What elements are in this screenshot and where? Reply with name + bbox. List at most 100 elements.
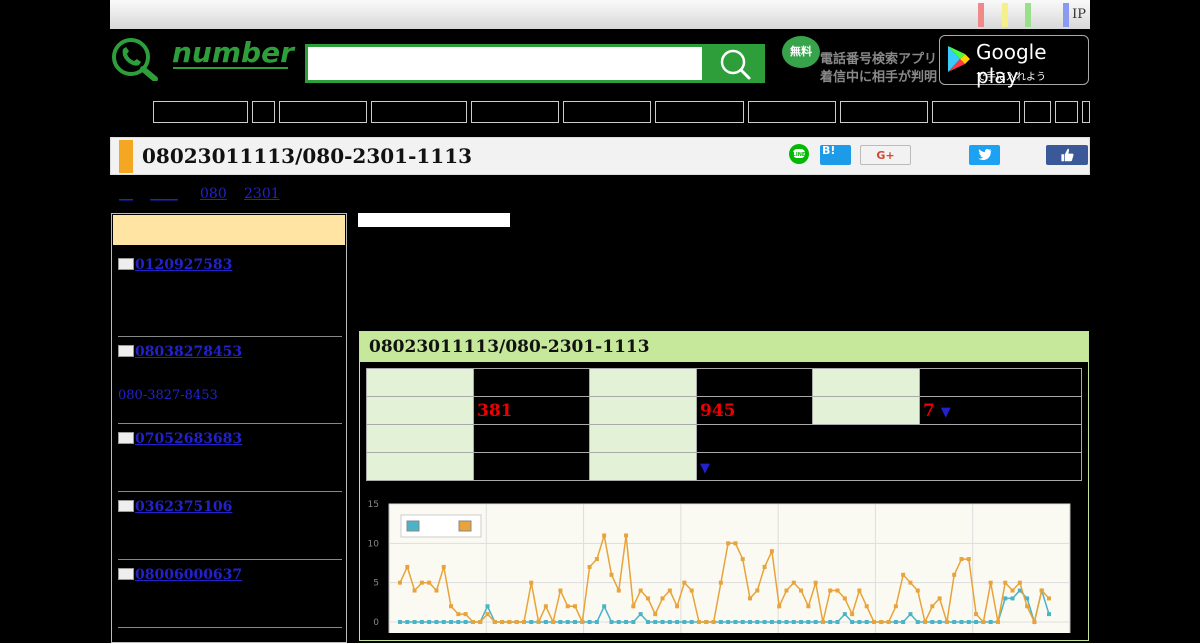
data-point[interactable] [398, 580, 402, 585]
data-point[interactable] [558, 620, 563, 624]
legend-swatch-orange[interactable] [458, 520, 472, 532]
data-point[interactable] [529, 620, 534, 624]
data-point[interactable] [959, 620, 964, 624]
data-point[interactable] [959, 557, 964, 562]
data-point[interactable] [748, 596, 753, 601]
sidebar-item[interactable]: 0120927583 [118, 257, 232, 273]
data-point[interactable] [791, 620, 796, 624]
data-point[interactable] [638, 612, 643, 617]
sidebar-item-number[interactable]: 08006000637 [135, 567, 242, 583]
data-point[interactable] [871, 620, 876, 624]
nav-item[interactable] [153, 101, 248, 123]
data-point[interactable] [565, 604, 570, 609]
data-point[interactable] [966, 557, 971, 562]
data-point[interactable] [514, 620, 519, 624]
data-point[interactable] [405, 564, 410, 569]
google-play-badge[interactable]: Google play で手に入れよう [939, 35, 1089, 88]
data-point[interactable] [521, 620, 526, 624]
data-point[interactable] [675, 604, 680, 609]
data-point[interactable] [726, 541, 731, 546]
data-point[interactable] [667, 588, 672, 593]
data-point[interactable] [616, 588, 621, 593]
nav-item[interactable] [1024, 101, 1051, 123]
nav-item[interactable] [563, 101, 651, 123]
logo-text[interactable]: number [172, 36, 294, 69]
sidebar-item[interactable]: 0362375106 [118, 499, 232, 515]
search-input[interactable] [305, 44, 705, 83]
data-point[interactable] [718, 620, 723, 624]
data-point[interactable] [908, 580, 913, 585]
data-point[interactable] [974, 620, 979, 624]
data-point[interactable] [485, 604, 490, 609]
data-point[interactable] [543, 604, 548, 609]
data-point[interactable] [667, 620, 672, 624]
data-point[interactable] [624, 620, 629, 624]
data-point[interactable] [915, 588, 920, 593]
sidebar-item-number[interactable]: 07052683683 [135, 431, 242, 447]
data-point[interactable] [624, 533, 629, 538]
data-point[interactable] [813, 620, 818, 624]
gplus-share-button[interactable]: G+ [860, 145, 911, 165]
data-point[interactable] [631, 604, 636, 609]
data-point[interactable] [784, 588, 789, 593]
data-point[interactable] [901, 572, 906, 577]
sidebar-item-number[interactable]: 0120927583 [135, 257, 232, 273]
data-point[interactable] [434, 620, 439, 624]
data-point[interactable] [485, 612, 490, 617]
data-point[interactable] [755, 620, 760, 624]
data-point[interactable] [784, 620, 789, 624]
data-point[interactable] [500, 620, 505, 624]
search-button[interactable] [705, 44, 765, 83]
data-point[interactable] [974, 612, 979, 617]
data-point[interactable] [580, 620, 585, 624]
data-point[interactable] [419, 620, 424, 624]
data-point[interactable] [952, 572, 957, 577]
data-point[interactable] [696, 620, 701, 624]
data-point[interactable] [1003, 580, 1008, 585]
data-point[interactable] [478, 620, 483, 624]
data-point[interactable] [587, 564, 592, 569]
data-point[interactable] [1025, 604, 1030, 609]
data-point[interactable] [398, 620, 402, 624]
data-point[interactable] [901, 620, 906, 624]
data-point[interactable] [449, 604, 454, 609]
data-point[interactable] [645, 620, 650, 624]
data-point[interactable] [427, 580, 432, 585]
data-point[interactable] [1047, 596, 1051, 601]
data-point[interactable] [558, 588, 563, 593]
data-point[interactable] [660, 620, 665, 624]
data-point[interactable] [536, 620, 541, 624]
data-point[interactable] [427, 620, 432, 624]
data-point[interactable] [1047, 612, 1051, 617]
data-point[interactable] [748, 620, 753, 624]
free-app-badge[interactable]: 無料 [782, 36, 820, 68]
data-point[interactable] [952, 620, 957, 624]
data-point[interactable] [1032, 620, 1037, 624]
data-point[interactable] [507, 620, 512, 624]
data-point[interactable] [966, 620, 971, 624]
data-point[interactable] [864, 604, 869, 609]
data-point[interactable] [777, 604, 782, 609]
expand-arrow[interactable]: ▼ [941, 405, 951, 420]
data-point[interactable] [711, 620, 716, 624]
nav-item[interactable] [471, 101, 559, 123]
data-point[interactable] [434, 588, 439, 593]
legend-swatch-teal[interactable] [406, 520, 420, 532]
data-point[interactable] [463, 620, 468, 624]
data-point[interactable] [981, 620, 986, 624]
data-point[interactable] [660, 596, 665, 601]
data-point[interactable] [1039, 588, 1044, 593]
data-point[interactable] [573, 604, 578, 609]
data-point[interactable] [879, 620, 884, 624]
data-point[interactable] [893, 604, 898, 609]
sidebar-item-number[interactable]: 08038278453 [135, 344, 242, 360]
data-point[interactable] [551, 620, 556, 624]
data-point[interactable] [602, 533, 607, 538]
app-promo-line1[interactable]: 電話番号検索アプリ [820, 48, 937, 67]
data-point[interactable] [602, 604, 607, 609]
data-point[interactable] [653, 612, 658, 617]
nav-item[interactable] [840, 101, 928, 123]
data-point[interactable] [470, 620, 475, 624]
hatena-share-button[interactable]: B! [820, 145, 851, 165]
nav-item[interactable] [1055, 101, 1078, 123]
